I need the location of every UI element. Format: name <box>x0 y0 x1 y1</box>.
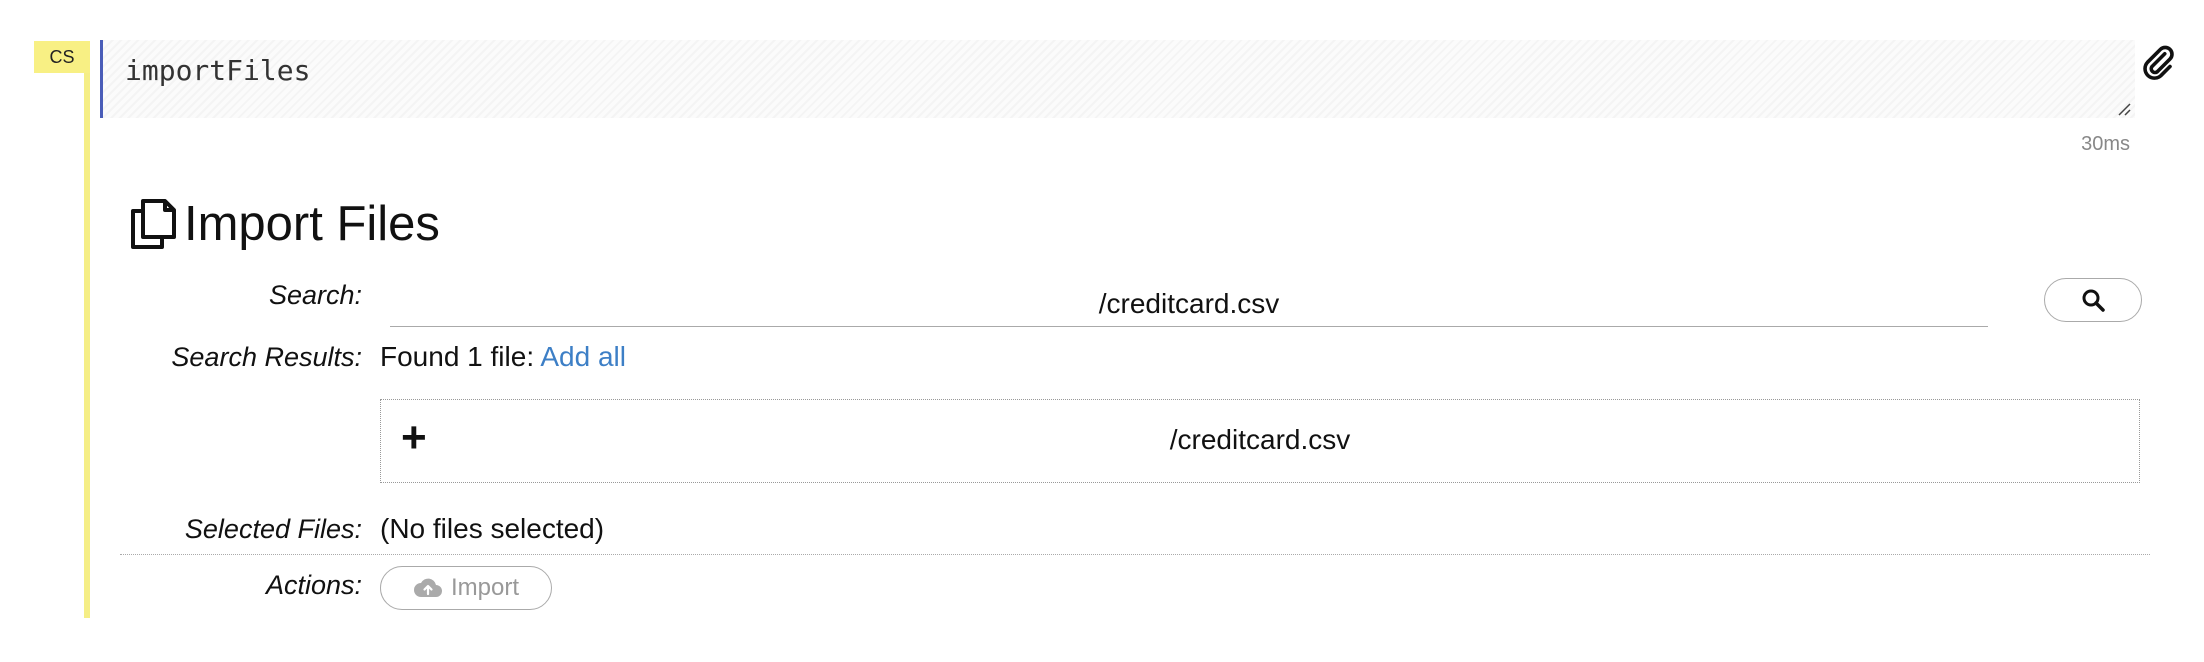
page-heading: Import Files <box>128 196 440 252</box>
search-button[interactable] <box>2044 278 2142 322</box>
search-results-list: + /creditcard.csv <box>380 399 2140 483</box>
cell-gutter-bar <box>84 73 90 618</box>
page-title: Import Files <box>184 197 440 251</box>
import-button-label: Import <box>450 574 519 601</box>
search-results-label: Search Results: <box>171 342 362 372</box>
execution-time: 30ms <box>2081 133 2130 155</box>
result-file-path: /creditcard.csv <box>1169 424 1351 455</box>
cloud-upload-icon <box>413 578 442 597</box>
results-count-text: Found 1 file: <box>380 341 535 372</box>
add-all-link[interactable]: Add all <box>540 341 626 372</box>
code-editor[interactable]: importFiles <box>100 40 2135 118</box>
import-button[interactable]: Import <box>380 566 552 610</box>
paperclip-icon[interactable] <box>2140 44 2176 80</box>
cell-type-badge: CS <box>34 41 90 73</box>
selected-files-value: (No files selected) <box>380 513 605 544</box>
files-icon <box>131 199 176 249</box>
search-icon <box>2082 289 2105 312</box>
search-label: Search: <box>268 280 362 310</box>
search-results-summary: Found 1 file: Add all <box>380 341 626 373</box>
resize-handle-icon[interactable] <box>2117 102 2131 116</box>
search-input[interactable] <box>390 282 1988 327</box>
divider <box>120 554 2150 555</box>
actions-label: Actions: <box>265 570 362 600</box>
code-text[interactable]: importFiles <box>125 54 310 87</box>
selected-files-label: Selected Files: <box>184 514 362 544</box>
